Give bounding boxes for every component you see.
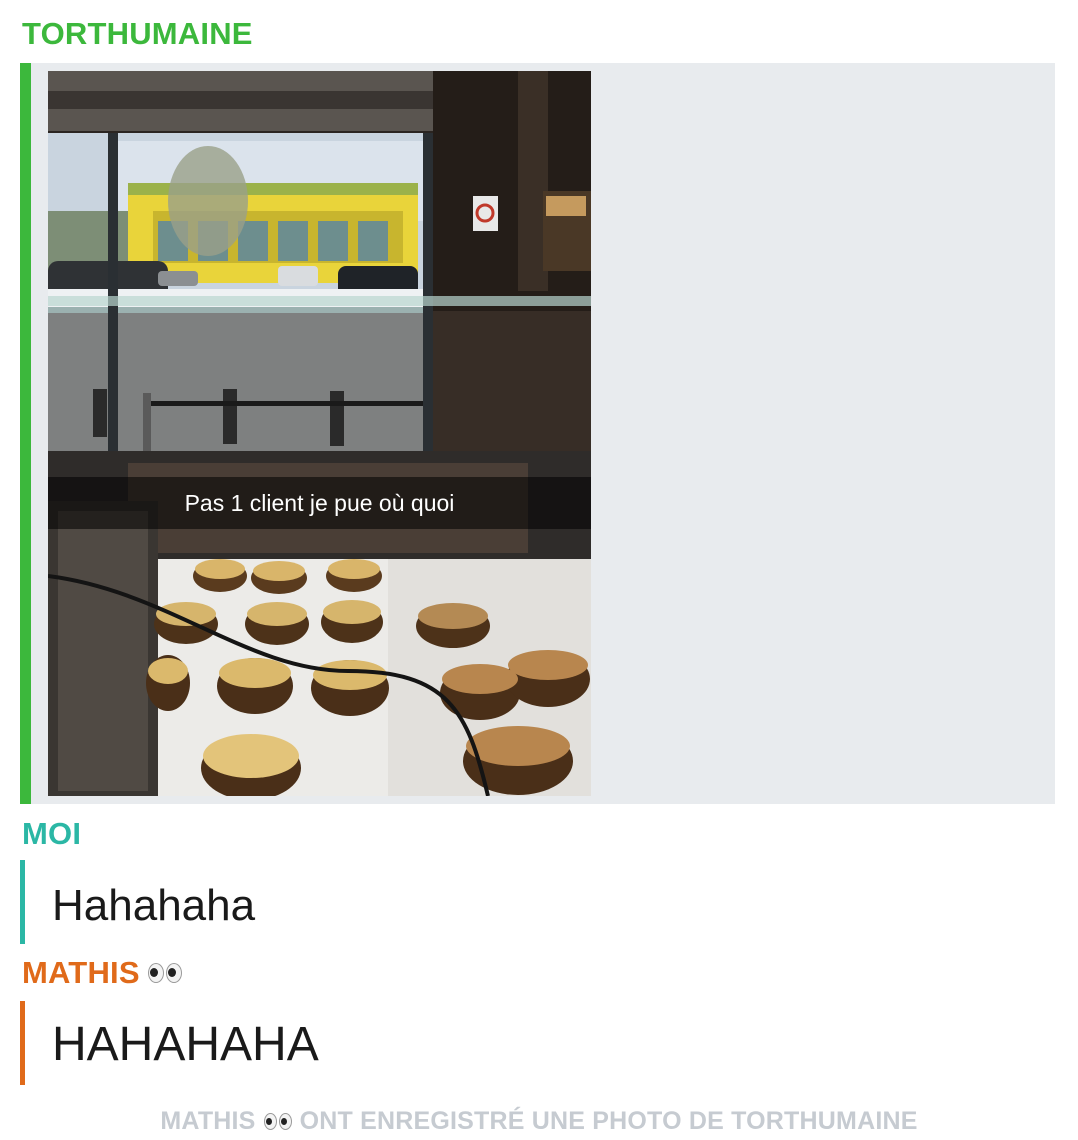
- message-accent-bar: [20, 860, 25, 944]
- snap-caption-text: Pas 1 client je pue où quoi: [184, 489, 455, 516]
- message-accent-bar: [20, 1001, 25, 1085]
- bakery-photo-image: [48, 71, 591, 796]
- eyes-emoji-icon: [147, 962, 182, 983]
- sender-name-moi: MOI: [22, 816, 82, 851]
- save-notice-text: ONT ENREGISTRÉ UNE PHOTO DE TORTHUMAINE: [299, 1107, 918, 1135]
- sender-name-mathis: MATHIS: [22, 955, 140, 990]
- save-notice: MATHIS ONT ENREGISTRÉ UNE PHOTO DE TORTH…: [0, 1107, 1078, 1136]
- sender-name-mathis-row: MATHIS: [22, 957, 182, 988]
- message-text[interactable]: HAHAHAHA: [52, 1021, 319, 1069]
- snap-photo[interactable]: Pas 1 client je pue où quoi: [48, 71, 591, 796]
- sender-name-torthumaine: TORTHUMAINE: [22, 16, 253, 51]
- message-text[interactable]: Hahahaha: [52, 884, 255, 928]
- snap-caption-band: Pas 1 client je pue où quoi: [48, 477, 591, 529]
- save-notice-name: MATHIS: [160, 1107, 256, 1135]
- eyes-emoji-icon: [263, 1113, 292, 1130]
- message-accent-bar: [20, 63, 31, 804]
